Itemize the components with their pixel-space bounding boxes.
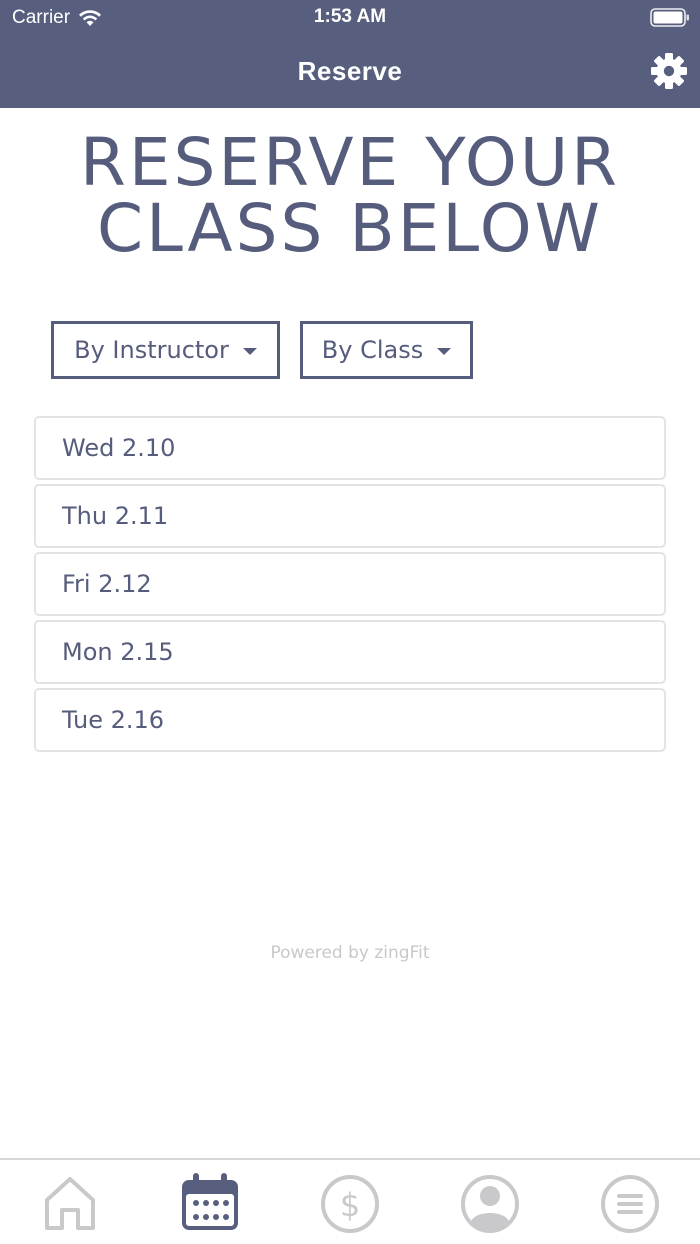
date-label: Thu 2.11 [62,502,169,530]
settings-button[interactable] [650,52,688,90]
headline: RESERVE YOUR CLASS BELOW [0,130,700,262]
date-item[interactable]: Mon 2.15 [34,620,666,684]
dollar-icon: $ [321,1175,379,1233]
tab-more[interactable] [598,1170,662,1234]
date-list: Wed 2.10 Thu 2.11 Fri 2.12 Mon 2.15 Tue … [34,416,666,756]
date-item[interactable]: Fri 2.12 [34,552,666,616]
powered-by-text: Powered by zingFit [270,943,430,963]
svg-text:$: $ [340,1186,360,1224]
date-label: Tue 2.16 [62,706,165,734]
tab-account[interactable] [458,1170,522,1234]
home-icon [45,1177,95,1230]
top-bar: Carrier 1:53 AM Reserve [0,0,700,108]
date-item[interactable]: Tue 2.16 [34,688,666,752]
class-filter-dropdown[interactable]: By Class [300,321,473,379]
caret-down-icon [437,347,452,355]
date-label: Fri 2.12 [62,570,152,598]
tab-pricing[interactable]: $ [318,1170,382,1234]
tab-reserve[interactable] [178,1170,242,1234]
page-title: Reserve [297,56,403,86]
headline-line-1: RESERVE YOUR [79,124,621,201]
battery-icon [650,8,689,27]
date-label: Mon 2.15 [62,638,174,666]
date-label: Wed 2.10 [62,434,176,462]
date-item[interactable]: Thu 2.11 [34,484,666,548]
tab-home[interactable] [38,1170,102,1234]
headline-line-2: CLASS BELOW [97,190,603,267]
profile-icon [461,1175,519,1233]
menu-icon [601,1175,659,1233]
calendar-icon [182,1173,238,1230]
caret-down-icon [242,347,257,355]
class-filter-label: By Class [321,336,424,364]
gear-icon [651,53,687,89]
status-time: 1:53 AM [313,6,387,27]
tab-bar: $ [0,1158,700,1244]
date-item[interactable]: Wed 2.10 [34,416,666,480]
instructor-filter-dropdown[interactable]: By Instructor [51,321,280,379]
instructor-filter-label: By Instructor [74,336,229,364]
